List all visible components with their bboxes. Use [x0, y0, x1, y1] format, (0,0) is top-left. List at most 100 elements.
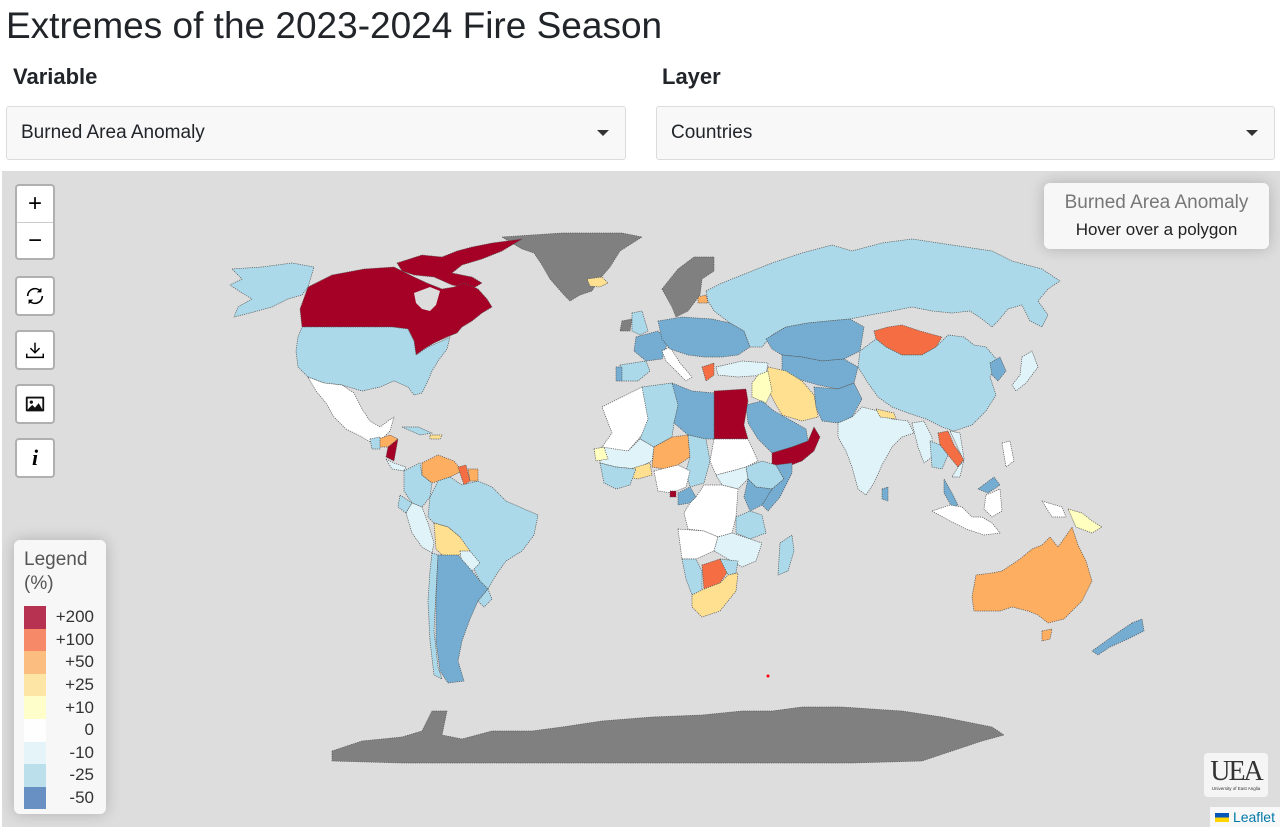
- leaflet-link[interactable]: Leaflet: [1233, 809, 1275, 825]
- map-container[interactable]: + − i Burned Area Anomaly Hover over a p…: [2, 171, 1280, 827]
- country-estonia[interactable]: [697, 294, 709, 304]
- country-myanmar[interactable]: [911, 420, 933, 464]
- country-philippines[interactable]: [1001, 440, 1015, 468]
- ukraine-flag-icon: [1214, 812, 1229, 822]
- zoom-out-button[interactable]: −: [17, 222, 53, 258]
- country-japan[interactable]: [1011, 350, 1039, 392]
- legend-swatch: [24, 628, 46, 652]
- info-panel: Burned Area Anomaly Hover over a polygon: [1044, 183, 1269, 249]
- variable-select[interactable]: Burned Area Anomaly: [6, 106, 626, 160]
- country-australia[interactable]: [971, 526, 1093, 624]
- layer-label: Layer: [662, 64, 721, 89]
- legend-item: +10: [24, 696, 96, 719]
- download-control: [15, 330, 55, 370]
- legend-label: +50: [65, 652, 94, 672]
- country-greenland[interactable]: [501, 232, 643, 302]
- info-panel-title: Burned Area Anomaly: [1064, 192, 1249, 213]
- legend-label: +10: [65, 697, 94, 717]
- legend-items: +200 +100 +50 +25 +10 0 -10 -25 -50: [24, 606, 96, 810]
- legend-item: +50: [24, 651, 96, 674]
- country-scandinavia[interactable]: [661, 256, 715, 318]
- uea-logo-text: University of East Anglia: [1211, 786, 1261, 791]
- country-new-zealand[interactable]: [1091, 618, 1145, 656]
- info-button[interactable]: i: [17, 440, 53, 476]
- legend-label: -10: [69, 742, 94, 762]
- legend-swatch: [24, 673, 46, 697]
- image-icon: [25, 396, 45, 412]
- variable-select-value: Burned Area Anomaly: [21, 122, 205, 143]
- country-madagascar[interactable]: [777, 534, 795, 576]
- country-greece[interactable]: [701, 362, 715, 382]
- country-haiti-dr[interactable]: [429, 434, 443, 440]
- island-marker[interactable]: [766, 674, 770, 678]
- legend-item: +25: [24, 673, 96, 697]
- country-equatorial-guinea[interactable]: [669, 490, 677, 498]
- country-uk[interactable]: [631, 310, 649, 336]
- legend-swatch: [24, 764, 46, 787]
- country-iceland[interactable]: [586, 276, 609, 288]
- country-india[interactable]: [837, 406, 915, 496]
- country-guatemala[interactable]: [369, 436, 381, 450]
- country-suriname[interactable]: [467, 468, 479, 482]
- country-egypt[interactable]: [713, 388, 749, 440]
- legend-swatch: [24, 606, 46, 629]
- info-panel-subtitle: Hover over a polygon: [1075, 220, 1238, 239]
- refresh-icon: [26, 287, 44, 305]
- country-malaysia[interactable]: [943, 478, 959, 508]
- country-spain[interactable]: [619, 360, 651, 382]
- save-image-button[interactable]: [17, 386, 53, 422]
- uea-logo-mark: UEA: [1210, 756, 1264, 787]
- country-chad[interactable]: [685, 434, 711, 488]
- legend-swatch: [24, 786, 46, 810]
- country-portugal[interactable]: [615, 366, 623, 382]
- variable-label: Variable: [13, 64, 98, 89]
- chevron-down-icon: [1246, 130, 1258, 136]
- legend-title: Legend (%): [24, 549, 88, 594]
- country-ireland[interactable]: [619, 318, 633, 332]
- reset-view-control: [15, 276, 55, 316]
- world-map[interactable]: [2, 171, 1280, 827]
- download-button[interactable]: [17, 332, 53, 368]
- legend-label: +25: [65, 675, 94, 695]
- legend-label: -50: [69, 788, 94, 808]
- legend-swatch: [24, 651, 46, 674]
- legend-label: -25: [69, 765, 94, 785]
- country-sri-lanka[interactable]: [881, 486, 889, 502]
- download-icon: [26, 342, 44, 359]
- legend-swatch: [24, 718, 46, 742]
- zoom-control: + −: [15, 184, 55, 260]
- legend-item: +200: [24, 606, 96, 629]
- info-control: i: [15, 438, 55, 478]
- legend-swatch: [24, 741, 46, 765]
- info-icon: i: [31, 445, 39, 470]
- country-libya[interactable]: [671, 382, 715, 440]
- chevron-down-icon: [597, 130, 609, 136]
- reset-view-button[interactable]: [17, 278, 53, 314]
- country-cuba[interactable]: [401, 426, 433, 436]
- legend-label: +100: [55, 629, 94, 649]
- country-antarctica[interactable]: [331, 706, 1005, 764]
- save-image-control: [15, 384, 55, 424]
- country-guyana[interactable]: [457, 464, 471, 486]
- layer-select[interactable]: Countries: [656, 106, 1275, 160]
- country-tanzania[interactable]: [735, 510, 767, 540]
- country-tasmania[interactable]: [1041, 628, 1053, 642]
- legend-label: 0: [84, 720, 94, 740]
- uea-logo: UEA University of East Anglia: [1204, 753, 1268, 797]
- country-nigeria[interactable]: [653, 464, 691, 494]
- legend-label: +200: [55, 607, 94, 627]
- legend-swatch: [24, 696, 46, 719]
- legend-item: 0: [24, 718, 96, 742]
- attribution: Leaflet: [1209, 807, 1280, 827]
- legend-item: -50: [24, 786, 96, 810]
- zoom-in-button[interactable]: +: [17, 186, 53, 222]
- page-title: Extremes of the 2023-2024 Fire Season: [6, 5, 663, 46]
- country-namibia[interactable]: [681, 558, 703, 596]
- legend-item: -10: [24, 741, 96, 765]
- legend: Legend (%) +200 +100 +50 +25 +10 0 -10 -25 -50: [14, 540, 106, 814]
- legend-item: +100: [24, 628, 96, 652]
- country-costa-rica-panama[interactable]: [385, 458, 407, 472]
- layer-select-value: Countries: [671, 122, 753, 143]
- country-venezuela[interactable]: [421, 454, 463, 484]
- legend-item: -25: [24, 764, 96, 787]
